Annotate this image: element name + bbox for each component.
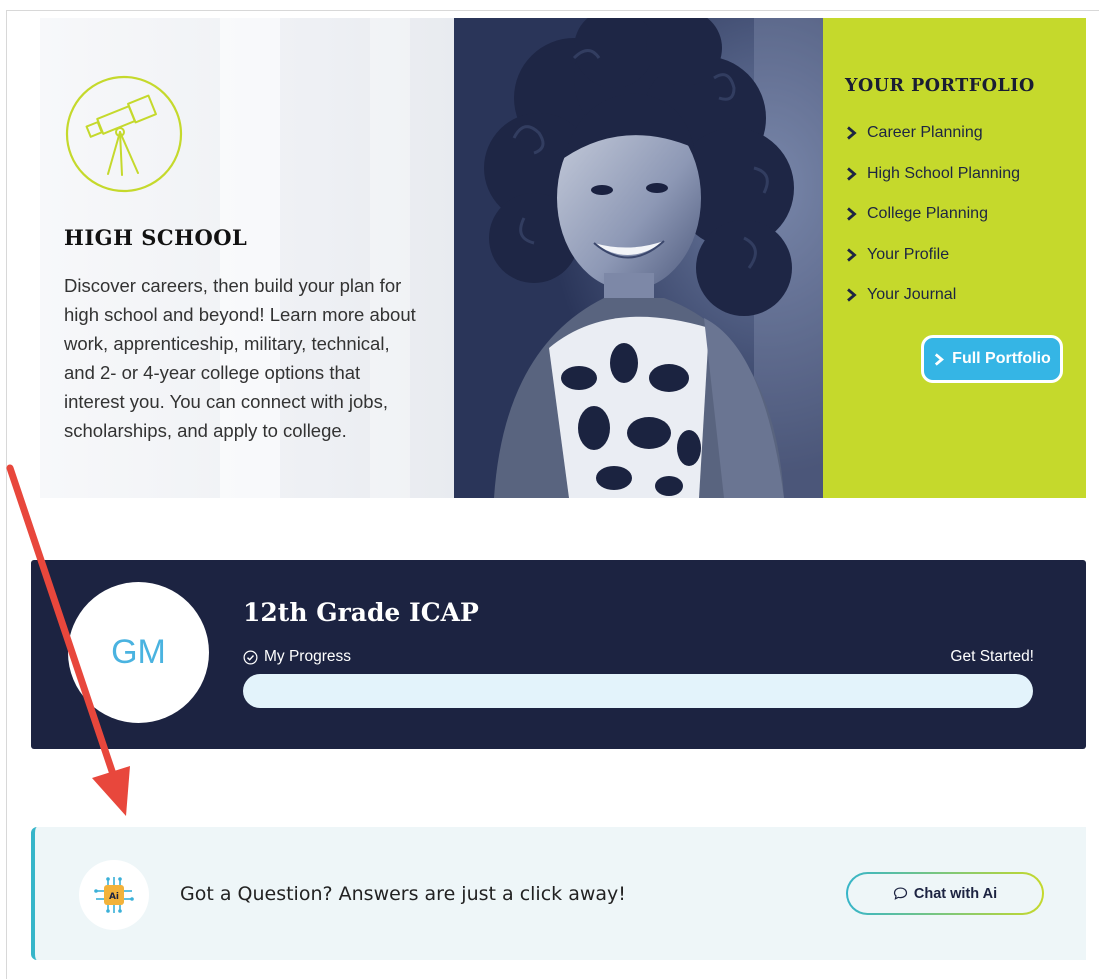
telescope-icon <box>65 75 183 193</box>
full-portfolio-label: Full Portfolio <box>952 350 1051 367</box>
portfolio-link-college-planning[interactable]: College Planning <box>845 202 988 226</box>
hero-title: HIGH SCHOOL <box>64 225 248 250</box>
portfolio-link-high-school-planning[interactable]: High School Planning <box>845 162 1020 186</box>
chevron-right-icon <box>847 126 857 140</box>
full-portfolio-button[interactable]: Full Portfolio <box>921 335 1063 383</box>
progress-bar <box>243 674 1033 708</box>
ai-chip-icon: Ai <box>79 860 149 930</box>
ai-help-bar: Ai Got a Question? Answers are just a cl… <box>31 827 1086 960</box>
chevron-right-icon <box>847 207 857 221</box>
icap-card: GM 12th Grade ICAP My Progress Get Start… <box>31 560 1086 749</box>
chat-button-label: Chat with Ai <box>913 885 998 902</box>
icap-title: 12th Grade ICAP <box>243 598 479 627</box>
annotation-arrow-icon <box>6 464 130 816</box>
portfolio-link-career-planning[interactable]: Career Planning <box>845 121 983 145</box>
check-circle-icon <box>243 650 258 664</box>
ai-chip-graphic: Ai <box>94 877 134 913</box>
portfolio-link-label: Your Journal <box>867 286 957 303</box>
chevron-right-icon <box>847 288 857 302</box>
portfolio-link-label: High School Planning <box>867 165 1020 182</box>
chat-bubble-icon <box>893 887 907 900</box>
chat-with-ai-button[interactable]: Chat with Ai <box>846 872 1044 915</box>
hero-description: Discover careers, then build your plan f… <box>64 275 416 441</box>
progress-label-text: My Progress <box>264 648 351 665</box>
progress-status: Get Started! <box>950 648 1034 665</box>
portfolio-link-your-journal[interactable]: Your Journal <box>845 283 956 307</box>
portfolio-link-label: College Planning <box>867 205 988 222</box>
my-progress-label: My Progress <box>243 648 351 666</box>
hero-banner: HIGH SCHOOL Discover careers, then build… <box>40 18 1086 498</box>
student-photo <box>454 18 824 498</box>
portfolio-link-your-profile[interactable]: Your Profile <box>845 243 949 267</box>
ai-question-text: Got a Question? Answers are just a click… <box>180 883 626 905</box>
chevron-right-icon <box>847 248 857 262</box>
portfolio-title: YOUR PORTFOLIO <box>845 76 1035 96</box>
portfolio-link-label: Career Planning <box>867 124 983 141</box>
chevron-right-icon <box>847 167 857 181</box>
portfolio-panel: YOUR PORTFOLIO Career Planning High Scho… <box>823 18 1086 498</box>
portfolio-link-label: Your Profile <box>867 246 950 263</box>
ai-chip-label: Ai <box>109 892 119 902</box>
chevron-right-icon <box>935 352 945 366</box>
